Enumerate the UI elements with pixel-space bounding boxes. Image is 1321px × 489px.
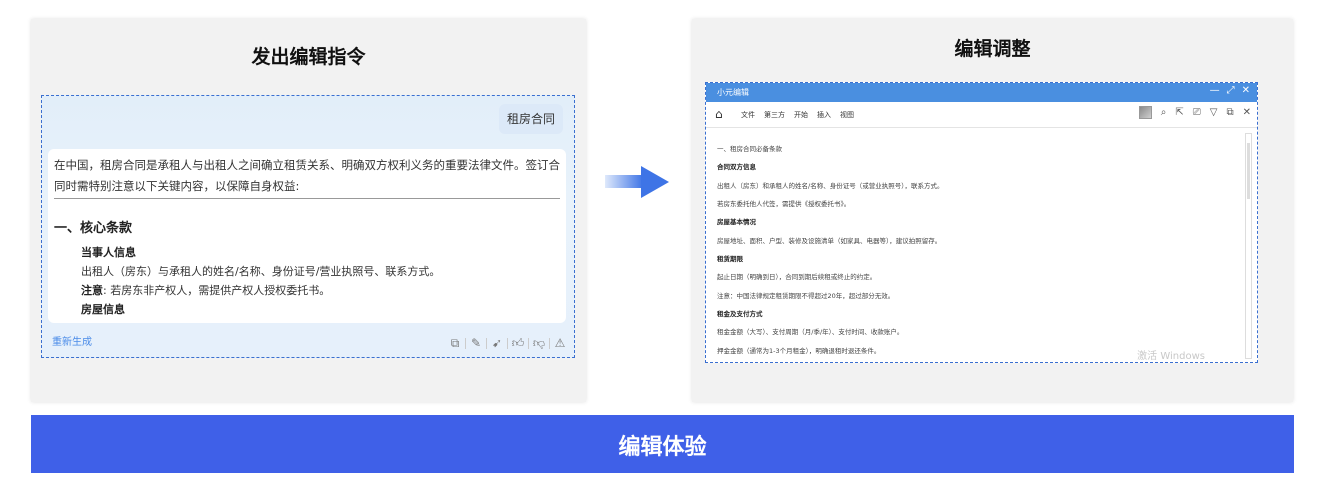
doc-line: 起止日期（明确到日），合同到期后续租或终止的约定。 xyxy=(717,273,877,281)
answer-intro: 在中国，租房合同是承租人与出租人之间确立租赁关系、明确双方权利义务的重要法律文件… xyxy=(54,158,560,193)
doc-line: 租赁期限 xyxy=(717,255,743,263)
bottom-banner: 编辑体验 xyxy=(31,415,1294,473)
divider xyxy=(486,337,487,349)
menu-item-view[interactable]: 视图 xyxy=(840,110,854,120)
regenerate-link[interactable]: 重新生成 xyxy=(52,333,92,348)
home-icon[interactable]: ⌂ xyxy=(715,107,723,121)
toolbar-right: ⌕ ⇱ ⎚ ▽ ⧉ ✕ xyxy=(1138,106,1251,119)
panel-title: 发出编辑指令 xyxy=(251,46,366,68)
share-icon[interactable]: ⇱ xyxy=(1175,107,1183,118)
panel-title: 编辑调整 xyxy=(954,38,1031,60)
divider xyxy=(54,198,560,199)
doc-line: 房屋地址、面积、户型、装修及设施清单（如家具、电器等），建议拍照留存。 xyxy=(717,237,942,245)
chat-area: 租房合同 在中国，租房合同是承租人与出租人之间确立租赁关系、明确双方权利义务的重… xyxy=(41,95,575,358)
present-icon[interactable]: ⎚ xyxy=(1193,107,1201,118)
send-icon[interactable]: ➹ xyxy=(489,335,505,351)
doc-line: 出租人（房东）和承租人的姓名/名称、身份证号（或营业执照号），联系方式。 xyxy=(717,182,944,190)
note-line: 注意: 若房东非产权人，需提供产权人授权委托书。 xyxy=(81,282,330,298)
copy-icon[interactable]: ⧉ xyxy=(447,335,463,351)
party-line: 出租人（房东）与承租人的姓名/名称、身份证号/营业执照号、联系方式。 xyxy=(81,265,441,278)
menu-item-start[interactable]: 开始 xyxy=(794,110,808,120)
doc-line: 若房东委托他人代签，需提供《授权委托书》。 xyxy=(717,200,851,208)
menu-bar: 文件 第三方 开始 插入 视图 xyxy=(741,110,854,120)
warning-icon[interactable]: ⚠ xyxy=(552,335,568,351)
thumbs-up-icon[interactable]: 👍︎ xyxy=(510,335,526,351)
edit-adjust-panel: 编辑调整 小元编辑 — ⤢ ✕ ⌂ 文件 第三方 开始 插入 视图 ⌕ ⇱ ⎚ … xyxy=(692,19,1293,402)
maximize-icon[interactable]: ⤢ xyxy=(1227,85,1235,96)
close-icon[interactable]: ✕ xyxy=(1242,85,1250,96)
collapse-icon[interactable]: ▽ xyxy=(1210,107,1218,118)
house-heading: 房屋信息 xyxy=(81,303,125,316)
menu-item-insert[interactable]: 插入 xyxy=(817,110,831,120)
editor-toolbar: ⌂ 文件 第三方 开始 插入 视图 ⌕ ⇱ ⎚ ▽ ⧉ ✕ xyxy=(706,102,1257,128)
section-heading: 一、核心条款 xyxy=(54,221,133,236)
doc-line: 押金金额（通常为1-3个月租金），明确退租时退还条件。 xyxy=(717,347,881,355)
edit-icon[interactable]: ✎ xyxy=(468,335,484,351)
note-text: : 若房东非产权人，需提供产权人授权委托书。 xyxy=(103,284,331,297)
doc-line: 注意：中国法律规定租赁期限不得超过20年，超过部分无效。 xyxy=(717,292,895,300)
close-doc-icon[interactable]: ✕ xyxy=(1243,107,1251,118)
divider xyxy=(465,337,466,349)
doc-line: 租金及支付方式 xyxy=(717,310,763,318)
banner-title: 编辑体验 xyxy=(618,435,707,460)
app-title: 小元编辑 xyxy=(717,88,749,97)
edit-instruction-panel: 发出编辑指令 租房合同 在中国，租房合同是承租人与出租人之间确立租赁关系、明确双… xyxy=(31,19,586,402)
doc-line: 一、租房合同必备条款 xyxy=(717,145,782,153)
avatar[interactable] xyxy=(1138,106,1152,119)
window-titlebar: 小元编辑 — ⤢ ✕ xyxy=(706,83,1257,102)
ai-answer-card: 在中国，租房合同是承租人与出租人之间确立租赁关系、明确双方权利义务的重要法律文件… xyxy=(48,149,566,323)
user-message-chip[interactable]: 租房合同 xyxy=(498,104,563,134)
divider xyxy=(549,337,550,349)
divider xyxy=(507,337,508,349)
divider xyxy=(528,337,529,349)
note-label: 注意 xyxy=(81,284,103,297)
flow-arrow-icon xyxy=(605,166,669,198)
restore-icon[interactable]: ⧉ xyxy=(1226,107,1233,118)
search-icon[interactable]: ⌕ xyxy=(1161,107,1167,118)
thumbs-down-icon[interactable]: 👎︎ xyxy=(531,335,547,351)
window-controls: — ⤢ ✕ xyxy=(1210,85,1250,96)
scrollbar-thumb[interactable] xyxy=(1247,143,1250,199)
doc-line: 房屋基本情况 xyxy=(717,218,756,226)
editor-window: 小元编辑 — ⤢ ✕ ⌂ 文件 第三方 开始 插入 视图 ⌕ ⇱ ⎚ ▽ ⧉ ✕… xyxy=(705,82,1258,363)
menu-item-third-party[interactable]: 第三方 xyxy=(764,110,785,120)
doc-line: 租金金额（大写）、支付周期（月/季/年）、支付时间、收款账户。 xyxy=(717,328,904,336)
doc-line: 合同双方信息 xyxy=(717,163,756,171)
windows-watermark: 激活 Windows xyxy=(1137,351,1205,362)
menu-item-file[interactable]: 文件 xyxy=(741,110,755,120)
minimize-icon[interactable]: — xyxy=(1210,85,1220,96)
answer-actions: ⧉ ✎ ➹ 👍︎ 👎︎ ⚠ xyxy=(447,335,568,351)
scrollbar[interactable] xyxy=(1245,133,1252,359)
party-heading: 当事人信息 xyxy=(81,246,136,259)
